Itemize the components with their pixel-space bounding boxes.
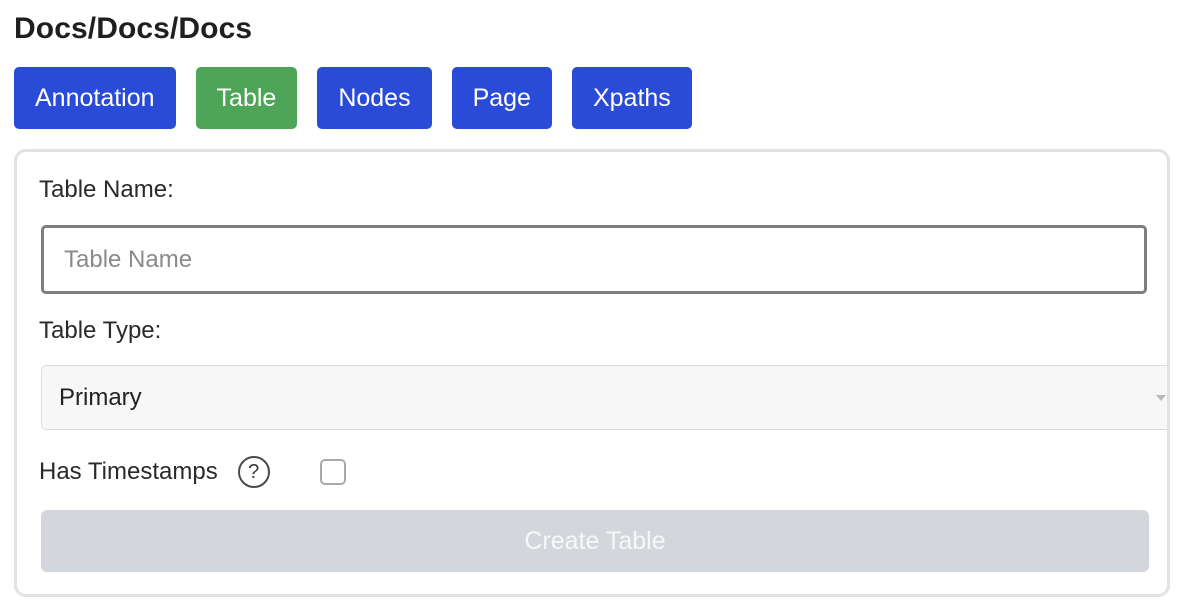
tab-bar: Annotation Table Nodes Page Xpaths xyxy=(14,67,692,129)
question-circle-icon[interactable]: ? xyxy=(237,456,270,488)
tab-annotation[interactable]: Annotation xyxy=(14,67,176,129)
table-type-select[interactable]: Primary xyxy=(41,365,1167,430)
create-table-button[interactable]: Create Table xyxy=(41,510,1149,572)
table-name-input[interactable] xyxy=(41,225,1147,294)
table-name-label: Table Name: xyxy=(39,176,174,203)
tab-page[interactable]: Page xyxy=(451,67,552,129)
page-title: Docs/Docs/Docs xyxy=(14,12,253,45)
table-type-selected-value: Primary xyxy=(59,383,142,411)
tab-nodes[interactable]: Nodes xyxy=(317,67,432,129)
tab-xpaths[interactable]: Xpaths xyxy=(571,67,692,129)
create-table-panel: Table Name: Table Type: Primary Has Time… xyxy=(14,149,1170,597)
has-timestamps-label: Has Timestamps xyxy=(39,458,218,485)
chevron-down-icon xyxy=(1156,395,1166,401)
table-type-label: Table Type: xyxy=(39,317,162,344)
has-timestamps-row: Has Timestamps ? xyxy=(39,452,346,492)
tab-table[interactable]: Table xyxy=(195,67,298,129)
has-timestamps-checkbox[interactable] xyxy=(319,459,346,485)
